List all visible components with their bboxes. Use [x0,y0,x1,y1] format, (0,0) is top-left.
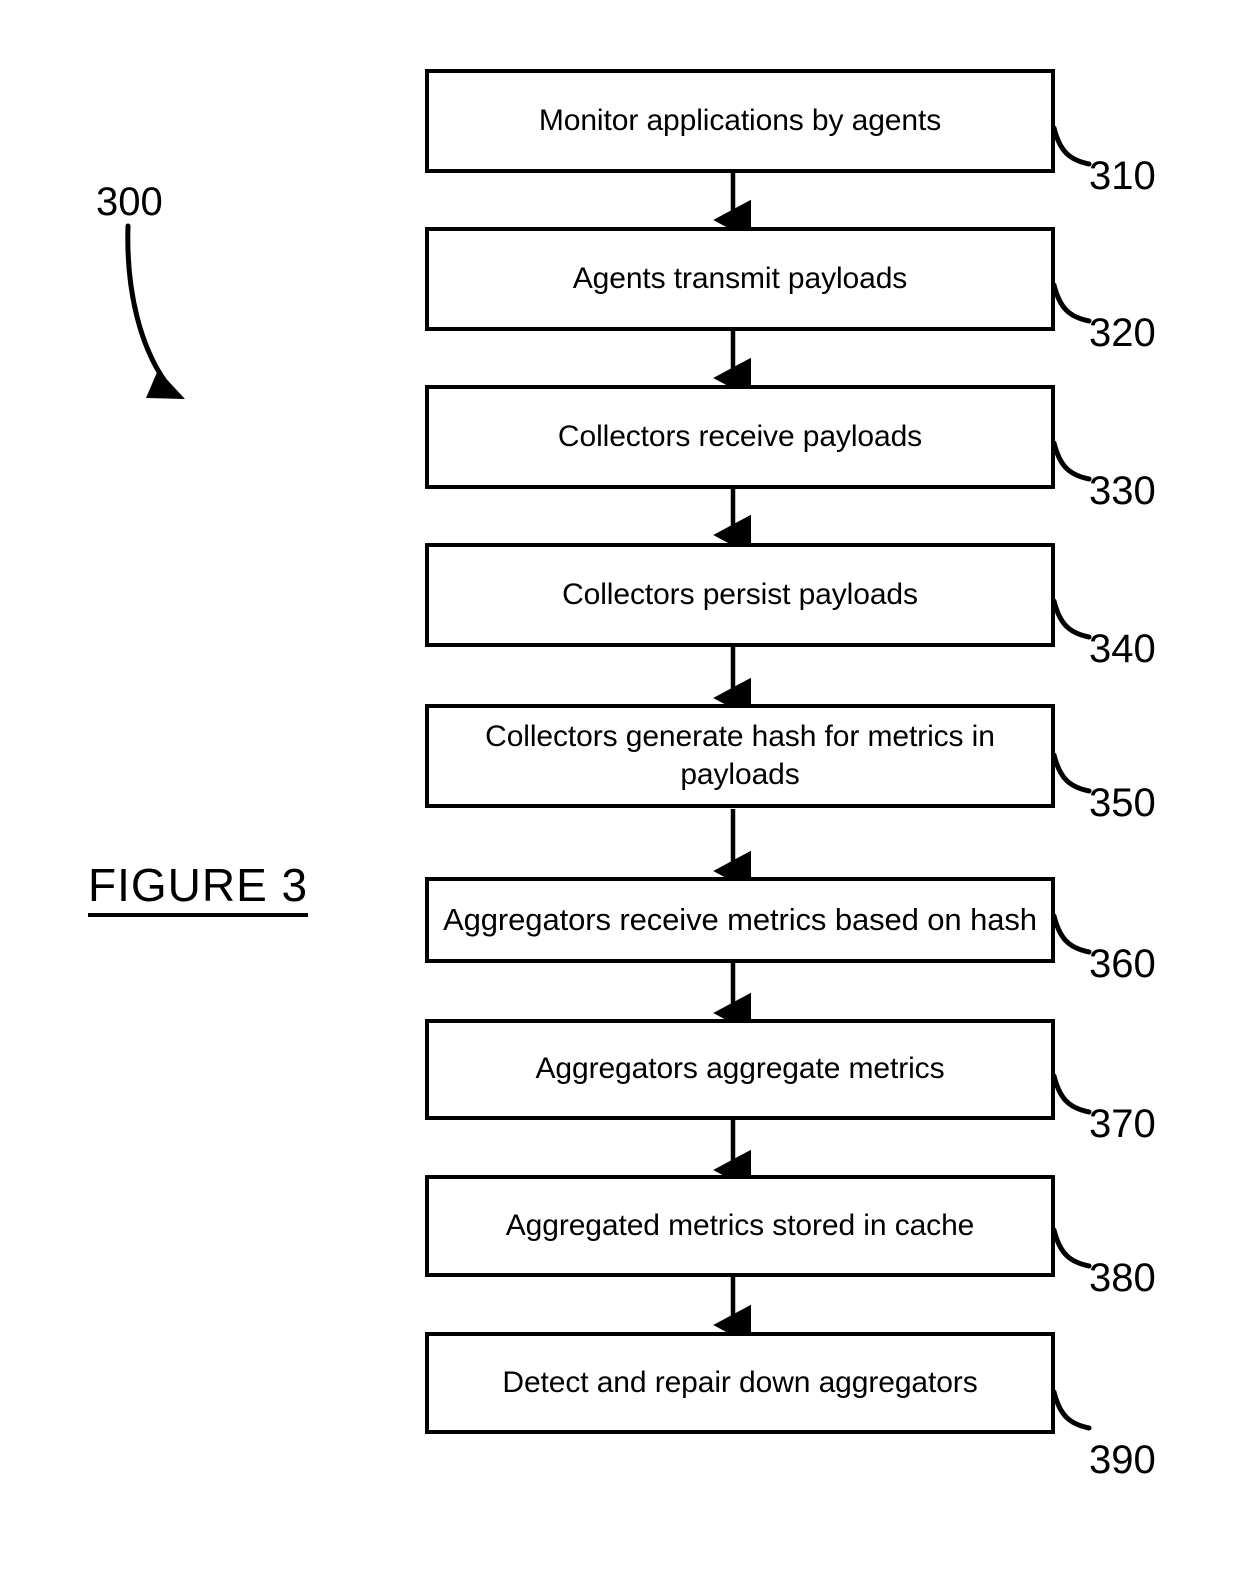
ref-numeral-310: 310 [1089,154,1156,198]
flow-step-380: Aggregated metrics stored in cache [425,1175,1055,1277]
figure-3-flowchart: 300 FIGURE 3 Monitor applications by age… [0,0,1240,1594]
flow-step-330: Collectors receive payloads [425,385,1055,489]
leader-line-320 [1051,282,1092,324]
flow-step-370-label: Aggregators aggregate metrics [535,1052,945,1086]
ref-numeral-360: 360 [1089,942,1156,986]
leader-line-340 [1051,598,1092,640]
flow-step-380-label: Aggregated metrics stored in cache [505,1208,975,1242]
process-id-label: 300 [96,180,163,224]
process-id-pointer [125,223,185,399]
figure-caption: FIGURE 3 [88,862,309,917]
leader-line-330 [1051,440,1092,482]
flow-step-390: Detect and repair down aggregators [425,1332,1055,1434]
leader-line-310 [1051,125,1092,167]
flow-step-360-label: Aggregators receive metrics based on has… [443,902,1037,938]
ref-numeral-320: 320 [1089,311,1156,355]
leader-line-390 [1051,1389,1092,1431]
flow-step-310-label: Monitor applications by agents [538,103,942,137]
leader-line-370 [1051,1073,1092,1115]
leader-line-350 [1051,752,1092,794]
flow-step-330-label: Collectors receive payloads [557,419,923,453]
ref-numeral-340: 340 [1089,627,1156,671]
leader-lines [1051,125,1092,1431]
flow-step-320-label: Agents transmit payloads [572,261,908,295]
flow-step-340-label: Collectors persist payloads [562,577,918,611]
flow-step-390-label: Detect and repair down aggregators [502,1365,978,1399]
flow-step-370: Aggregators aggregate metrics [425,1019,1055,1120]
flow-step-360: Aggregators receive metrics based on has… [425,877,1055,963]
ref-numeral-380: 380 [1089,1256,1156,1300]
flow-step-310: Monitor applications by agents [425,69,1055,173]
flow-step-320: Agents transmit payloads [425,227,1055,331]
leader-line-380 [1051,1227,1092,1269]
ref-numeral-390: 390 [1089,1438,1156,1482]
ref-numeral-330: 330 [1089,469,1156,513]
leader-line-360 [1051,913,1092,955]
flow-step-340: Collectors persist payloads [425,543,1055,647]
flow-step-350: Collectors generate hash for metrics in … [425,704,1055,808]
ref-numeral-350: 350 [1089,781,1156,825]
flow-step-350-label: Collectors generate hash for metrics in … [485,719,995,791]
ref-numeral-370: 370 [1089,1102,1156,1146]
